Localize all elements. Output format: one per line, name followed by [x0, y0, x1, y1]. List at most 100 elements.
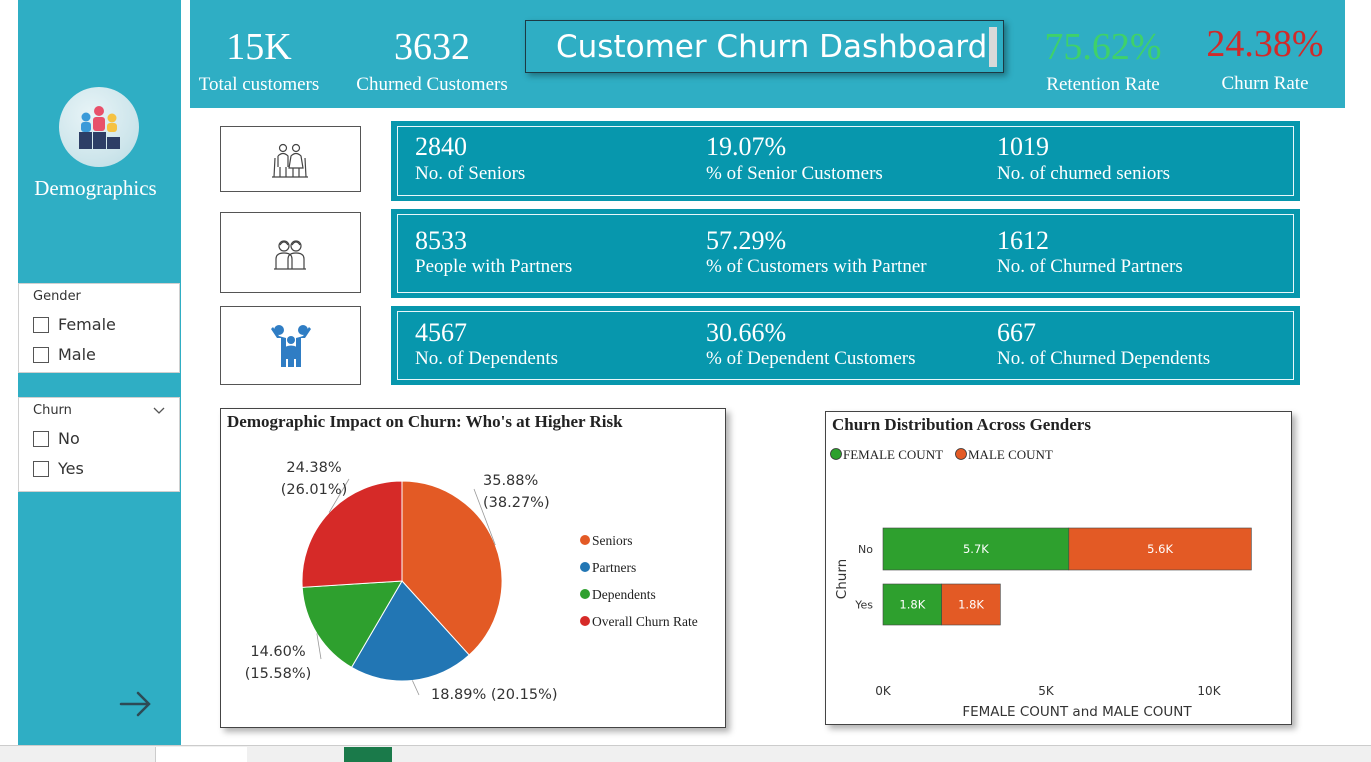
gender-option-female[interactable]: Female: [33, 315, 116, 334]
bar-data-label: 1.8K: [899, 598, 925, 612]
seniors-icon: [272, 143, 308, 178]
seniors-count-value: 2840: [415, 132, 467, 161]
demographics-logo-icon: [59, 87, 139, 167]
male-checkbox[interactable]: [33, 346, 49, 363]
partners-count-value: 8533: [415, 226, 467, 255]
dependents-stats-card: 4567 No. of Dependents 30.66% % of Depen…: [391, 306, 1300, 385]
churn-rate-label: Churn Rate: [1221, 73, 1309, 94]
churn-slicer-title: Churn: [33, 403, 72, 418]
bar-legend-item[interactable]: FEMALE COUNT: [843, 447, 943, 462]
sheet-tab[interactable]: [155, 747, 247, 762]
total-customers-label: Total customers: [198, 74, 320, 95]
seniors-icon-card: [220, 126, 361, 192]
legend-swatch: [580, 535, 590, 545]
dependents-pct-value: 30.66%: [706, 318, 787, 347]
partners-pct-label: % of Customers with Partner: [706, 256, 927, 277]
churned-seniors-value: 1019: [997, 132, 1049, 161]
churned-seniors-label: No. of churned seniors: [997, 163, 1171, 184]
family-icon: [271, 325, 311, 367]
x-tick-label: 10K: [1197, 684, 1221, 698]
churned-dependents-value: 667: [997, 318, 1036, 347]
sidebar: Demographics Gender Female Male Churn No…: [18, 0, 181, 745]
dashboard-title: Customer Churn Dashboard: [525, 20, 1004, 73]
bar-chart-card: Churn Distribution Across Genders FEMALE…: [825, 411, 1292, 725]
churned-dependents-label: No. of Churned Dependents: [997, 348, 1211, 369]
bar-data-label: 5.6K: [1147, 542, 1173, 556]
bar-legend-item[interactable]: MALE COUNT: [968, 447, 1053, 462]
partners-count-label: People with Partners: [415, 256, 573, 277]
bar-data-label: 5.7K: [963, 542, 989, 556]
active-sheet-tab[interactable]: [344, 747, 392, 762]
pie-chart: 35.88% (38.27%) 18.89% (20.15%) 14.60% (15.5…: [245, 460, 698, 703]
total-customers-value: 15K: [226, 26, 292, 68]
gender-slicer-title: Gender: [33, 289, 81, 304]
x-axis-label: FEMALE COUNT and MALE COUNT: [962, 704, 1192, 720]
legend-swatch: [580, 562, 590, 572]
yes-checkbox[interactable]: [33, 460, 49, 477]
pie-legend-item[interactable]: Seniors: [592, 533, 633, 548]
card-border: [397, 214, 1294, 293]
partners-pct-value: 57.29%: [706, 226, 787, 255]
card-border: [397, 126, 1294, 196]
text-cursor: [989, 27, 997, 67]
seniors-count-label: No. of Seniors: [415, 163, 526, 184]
dependents-icon-card: [220, 306, 361, 385]
female-option-label: Female: [58, 315, 116, 334]
partners-stats-card: 8533 People with Partners 57.29% % of Cu…: [391, 209, 1300, 298]
partners-icon-card: [220, 212, 361, 293]
bar-data-label: 1.8K: [958, 598, 984, 612]
seniors-pct-label: % of Senior Customers: [706, 163, 883, 184]
taskbar: [0, 745, 1371, 762]
gender-option-male[interactable]: Male: [33, 345, 96, 364]
bar-category-label: Yes: [854, 599, 873, 612]
pie-data-label: 14.60%: [250, 644, 305, 660]
churned-partners-label: No. of Churned Partners: [997, 256, 1183, 277]
pie-legend-item[interactable]: Dependents: [592, 587, 656, 602]
legend-swatch: [580, 589, 590, 599]
partners-icon: [274, 240, 306, 270]
dashboard-title-text: Customer Churn Dashboard: [556, 28, 988, 65]
bar-chart: FEMALE COUNT MALE COUNT 5.7K 5.6K No 1.8K 1.8K…: [830, 447, 1252, 720]
bar-legend-swatch: [830, 448, 842, 460]
churn-option-no[interactable]: No: [33, 429, 80, 448]
gender-slicer: Gender Female Male: [18, 283, 180, 373]
header-band: 15K Total customers 3632 Churned Custome…: [190, 0, 1345, 108]
pie-data-label: (15.58%): [245, 666, 312, 682]
pie-legend-item[interactable]: Partners: [592, 560, 636, 575]
pie-data-label: 18.89% (20.15%): [431, 687, 558, 703]
dependents-count-value: 4567: [415, 318, 467, 347]
dependents-count-label: No. of Dependents: [415, 348, 558, 369]
no-checkbox[interactable]: [33, 430, 49, 447]
churn-slicer: Churn No Yes: [18, 397, 180, 492]
bar-category-label: No: [858, 543, 873, 556]
yes-option-label: Yes: [58, 459, 84, 478]
male-option-label: Male: [58, 345, 96, 364]
churned-customers-label: Churned Customers: [356, 74, 508, 95]
retention-rate-label: Retention Rate: [1046, 74, 1160, 95]
arrow-right-icon[interactable]: [116, 684, 156, 724]
legend-swatch: [580, 616, 590, 626]
pie-data-label: 24.38%: [286, 460, 341, 476]
pie-leader-line: [412, 680, 420, 696]
x-tick-label: 0K: [875, 684, 892, 698]
churned-customers-value: 3632: [394, 26, 470, 68]
dependents-pct-label: % of Dependent Customers: [706, 348, 916, 369]
churn-rate-value: 24.38%: [1206, 23, 1324, 65]
churned-partners-value: 1612: [997, 226, 1049, 255]
pie-data-label: 35.88%: [483, 473, 538, 489]
retention-rate-value: 75.62%: [1044, 26, 1162, 68]
female-checkbox[interactable]: [33, 316, 49, 333]
x-tick-label: 5K: [1038, 684, 1055, 698]
pie-chart-card: Demographic Impact on Churn: Who's at Hi…: [220, 408, 726, 728]
seniors-stats-card: 2840 No. of Seniors 19.07% % of Senior C…: [391, 121, 1300, 201]
y-axis-label: Churn: [834, 559, 850, 599]
no-option-label: No: [58, 429, 80, 448]
pie-data-label: (26.01%): [281, 482, 348, 498]
chevron-down-icon[interactable]: [153, 404, 165, 418]
seniors-pct-value: 19.07%: [706, 132, 787, 161]
sidebar-title: Demographics: [34, 176, 157, 200]
churn-option-yes[interactable]: Yes: [33, 459, 84, 478]
pie-data-label: (38.27%): [483, 495, 550, 511]
bar-legend-swatch: [955, 448, 967, 460]
pie-legend-item[interactable]: Overall Churn Rate: [592, 614, 698, 629]
